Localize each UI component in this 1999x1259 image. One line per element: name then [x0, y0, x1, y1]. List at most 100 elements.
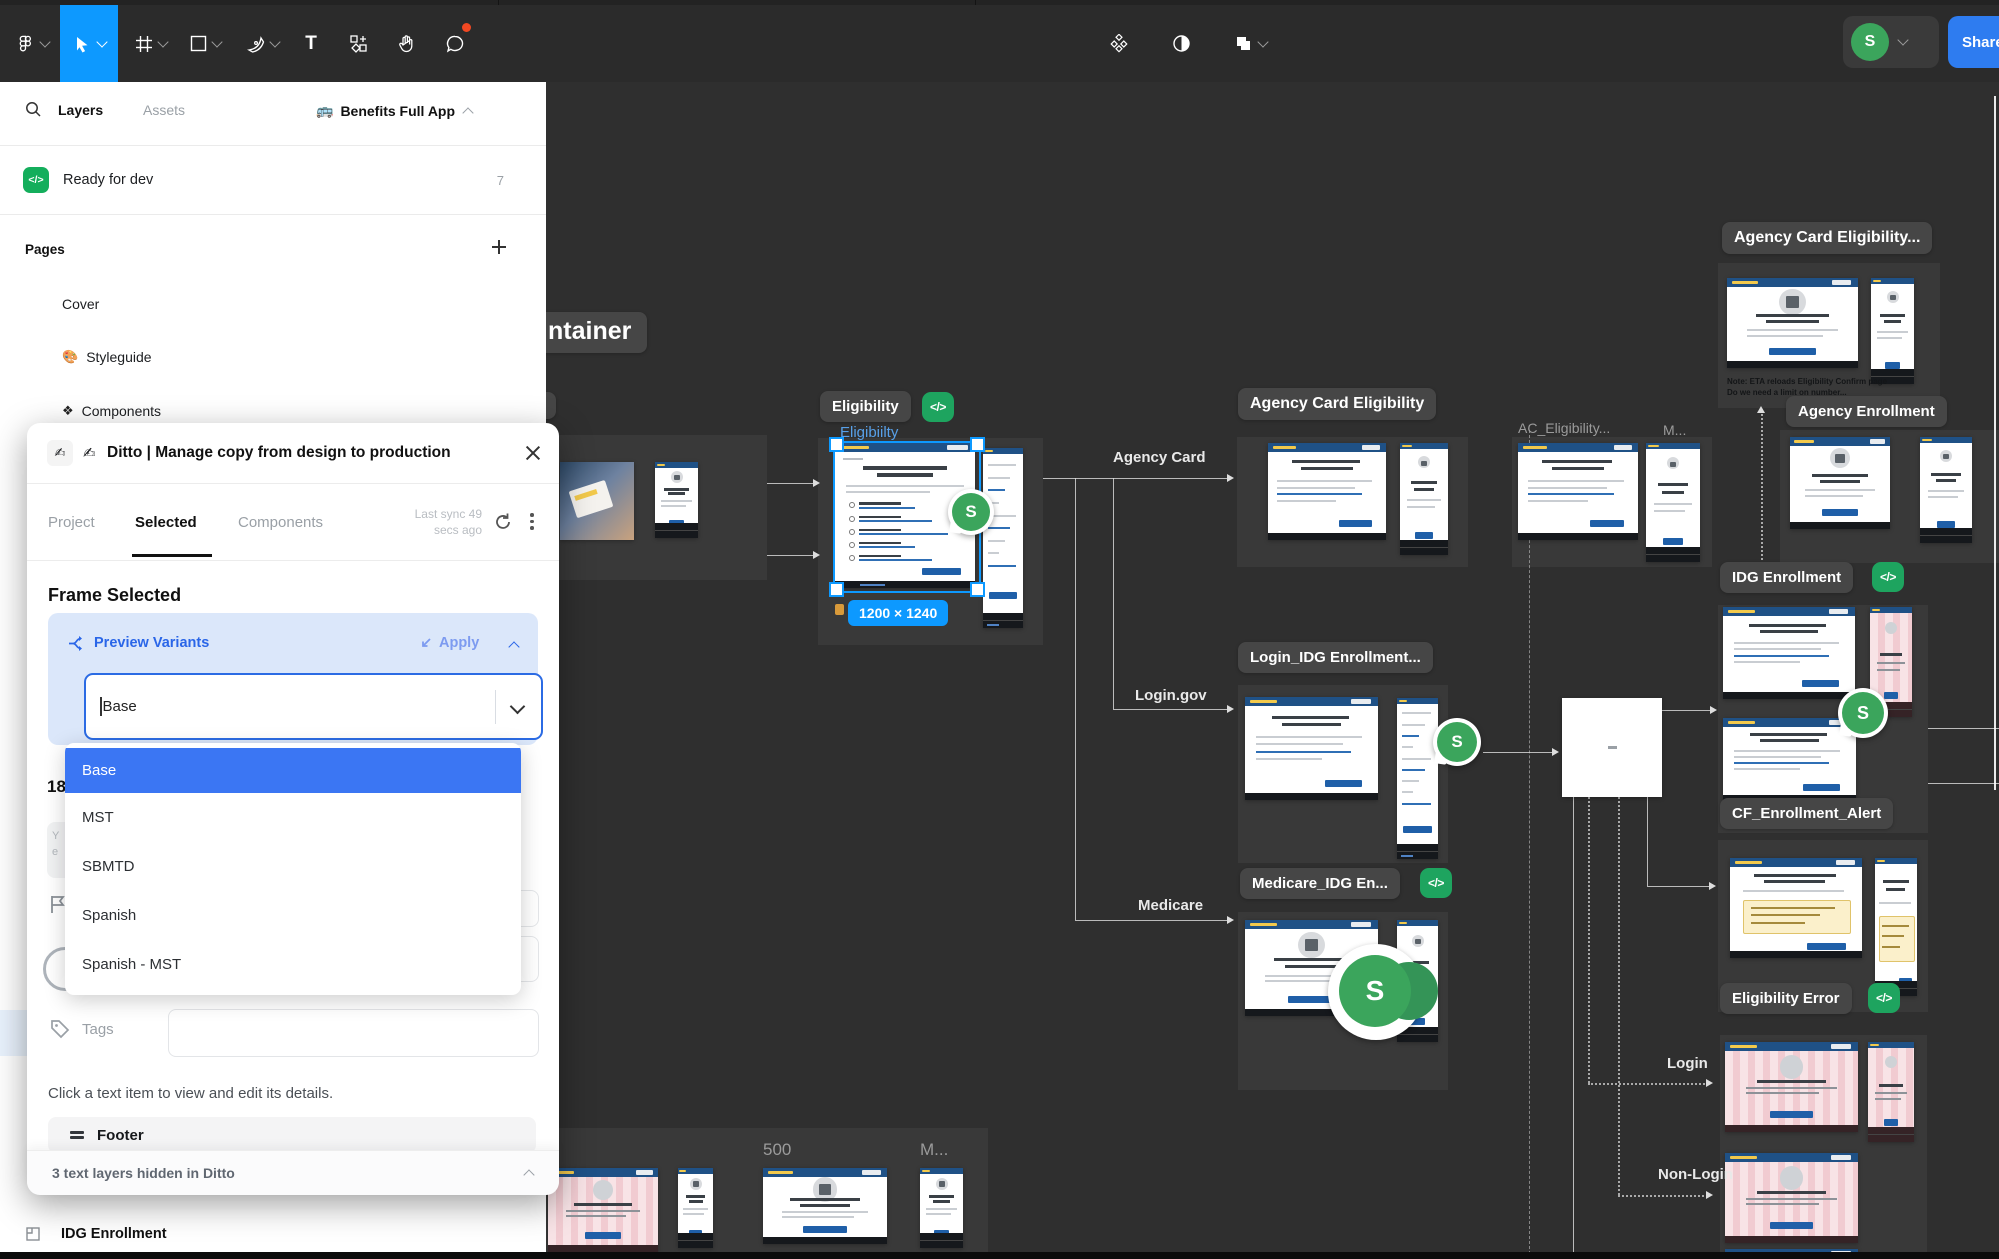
frame-name-selected[interactable]: Eligibiilty [840, 424, 898, 441]
page-item-components[interactable]: ❖ Components [62, 403, 161, 419]
section-label-agency-card-eligibility-2[interactable]: Agency Card Eligibility... [1722, 222, 1932, 254]
section-label-agency-card-eligibility[interactable]: Agency Card Eligibility [1238, 388, 1436, 420]
chevron-down-icon[interactable] [510, 699, 526, 715]
variant-combobox[interactable]: Base [84, 673, 543, 740]
frame-thumbnail[interactable] [1725, 1042, 1858, 1132]
page-item-styleguide[interactable]: 🎨 Styleguide [62, 349, 152, 365]
hand-tool-button[interactable] [386, 5, 426, 82]
section-label-eligibility-error[interactable]: Eligibility Error [1720, 983, 1852, 1014]
text-item-footer[interactable]: Footer [48, 1117, 536, 1153]
section-label-idg-enrollment[interactable]: IDG Enrollment [1720, 562, 1853, 593]
dropdown-option-spanish-mst[interactable]: Spanish - MST [65, 940, 521, 989]
collaborator-avatar[interactable]: S [1433, 718, 1481, 766]
dropdown-option-sbmtd[interactable]: SBMTD [65, 842, 521, 891]
frame-thumbnail[interactable] [1875, 858, 1917, 996]
frame-thumbnail[interactable] [1730, 858, 1862, 958]
create-component-button[interactable] [338, 5, 378, 82]
collaborator-avatar[interactable]: S [948, 489, 994, 535]
section-label-agency-enrollment[interactable]: Agency Enrollment [1786, 396, 1947, 427]
frame-thumbnail[interactable] [1268, 443, 1386, 540]
canvas-note[interactable]: Note: ETA reloads Eligibility Confirm pa… [1727, 377, 1887, 386]
refresh-icon[interactable] [493, 512, 513, 532]
shape-tool-button[interactable] [182, 5, 228, 82]
frame-thumbnail[interactable] [1397, 698, 1438, 859]
frame-name-m-bottom[interactable]: M... [920, 1140, 948, 1160]
close-icon[interactable] [525, 445, 540, 460]
frame-thumbnail[interactable] [1868, 1042, 1914, 1142]
tags-input[interactable] [168, 1009, 539, 1057]
frame-thumbnail[interactable] [1723, 607, 1855, 699]
frame-thumbnail[interactable] [1562, 698, 1662, 797]
frame-thumbnail[interactable] [1245, 697, 1378, 800]
dev-ready-badge[interactable]: </> [922, 392, 954, 422]
collaborator-avatar-stack[interactable]: S [1328, 944, 1424, 1040]
flow-label-non-login[interactable]: Non-Login [1658, 1166, 1733, 1183]
canvas-note[interactable]: Do we need a limit on number... [1727, 388, 1847, 397]
section-label-cf-enrollment-alert[interactable]: CF_Enrollment_Alert [1720, 798, 1893, 829]
tab-selected[interactable]: Selected [135, 514, 197, 531]
boolean-groups-button[interactable] [1219, 5, 1281, 82]
section-label-medicare-idg[interactable]: Medicare_IDG En... [1240, 868, 1400, 899]
dropdown-option-base[interactable]: Base [65, 748, 521, 793]
flow-label-medicare[interactable]: Medicare [1138, 897, 1203, 914]
collaborator-avatar[interactable]: S [1838, 688, 1888, 738]
layer-row-idg-enrollment[interactable]: IDG Enrollment [0, 1214, 546, 1254]
frame-thumbnail[interactable] [678, 1168, 713, 1248]
apply-button[interactable]: Apply [418, 635, 479, 651]
frame-tool-button[interactable] [128, 5, 174, 82]
collapse-chevron-icon[interactable] [523, 1169, 534, 1180]
flow-label-agency-card[interactable]: Agency Card [1113, 449, 1206, 466]
file-switcher[interactable]: 🚌 Benefits Full App [316, 102, 472, 119]
selection-handle[interactable] [829, 437, 844, 452]
dev-ready-badge[interactable]: </> [1868, 983, 1900, 1013]
pen-tool-button[interactable] [238, 5, 286, 82]
selection-handle[interactable] [970, 582, 985, 597]
ready-for-dev-section[interactable]: </> Ready for dev 7 [0, 146, 546, 214]
flow-label-login-gov[interactable]: Login.gov [1135, 687, 1207, 704]
section-label-container[interactable]: ntainer [538, 312, 647, 353]
frame-thumbnail[interactable] [920, 1168, 963, 1248]
tab-assets[interactable]: Assets [143, 102, 185, 118]
tab-project[interactable]: Project [48, 514, 95, 531]
main-menu-button[interactable] [8, 5, 56, 82]
flow-label-login[interactable]: Login [1667, 1055, 1708, 1072]
frame-thumbnail[interactable] [560, 462, 634, 540]
actions-button[interactable] [1097, 5, 1141, 82]
share-button[interactable]: Share [1948, 16, 1999, 68]
comment-tool-button[interactable] [434, 5, 476, 82]
frame-thumbnail[interactable] [655, 462, 698, 538]
text-tool-button[interactable]: T [292, 5, 330, 82]
frame-thumbnail[interactable] [983, 448, 1023, 628]
dropdown-option-mst[interactable]: MST [65, 793, 521, 842]
tab-components[interactable]: Components [238, 514, 323, 531]
search-icon[interactable] [24, 100, 42, 118]
frame-name-m[interactable]: M... [1663, 422, 1686, 438]
dev-ready-badge[interactable]: </> [1420, 868, 1452, 898]
frame-thumbnail[interactable] [1723, 718, 1856, 802]
more-options-icon[interactable] [530, 513, 534, 530]
frame-thumbnail[interactable] [1871, 278, 1914, 384]
frame-name-ac-eligibility[interactable]: AC_Eligibility... [1518, 420, 1610, 436]
dropdown-option-spanish[interactable]: Spanish [65, 891, 521, 940]
tab-layers[interactable]: Layers [58, 102, 103, 118]
section-label-eligibility[interactable]: Eligibility [820, 391, 911, 422]
hidden-layers-bar[interactable]: 3 text layers hidden in Ditto [27, 1150, 559, 1195]
frame-thumbnail[interactable] [1920, 437, 1972, 543]
frame-thumbnail[interactable] [1646, 443, 1700, 562]
frame-thumbnail[interactable] [1725, 1153, 1858, 1243]
mask-button[interactable] [1159, 5, 1203, 82]
frame-thumbnail[interactable] [1400, 443, 1448, 555]
move-tool-button[interactable] [60, 5, 118, 82]
frame-thumbnail[interactable] [1790, 437, 1890, 529]
selection-handle[interactable] [970, 437, 985, 452]
frame-thumbnail[interactable] [763, 1168, 887, 1244]
account-menu[interactable]: S [1843, 16, 1939, 68]
page-item-cover[interactable]: Cover [62, 296, 99, 312]
frame-name-500[interactable]: 500 [763, 1140, 791, 1160]
dev-ready-badge[interactable]: </> [1872, 562, 1904, 592]
frame-thumbnail[interactable] [1727, 278, 1858, 368]
selection-handle[interactable] [829, 582, 844, 597]
frame-thumbnail[interactable] [548, 1168, 658, 1252]
frame-thumbnail[interactable] [1518, 443, 1638, 540]
collapse-chevron-icon[interactable] [508, 641, 519, 652]
